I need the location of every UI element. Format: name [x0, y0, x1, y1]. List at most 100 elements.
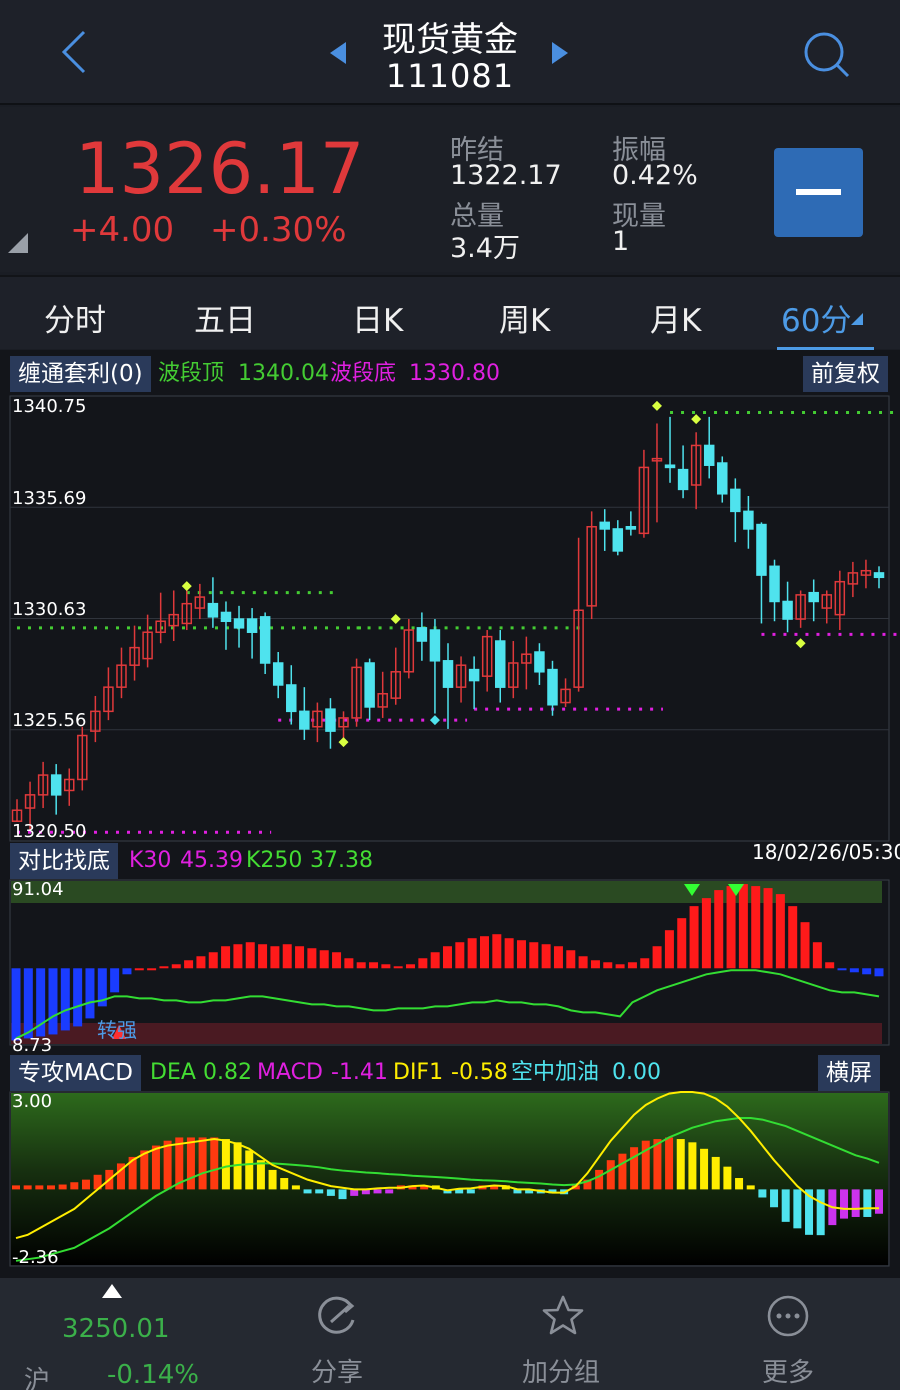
chart-area [0, 350, 900, 1278]
candle [468, 668, 480, 682]
air-refuel-label: 空中加油 [511, 1060, 600, 1085]
macd-bar [23, 1185, 32, 1190]
sub1-bar [837, 968, 847, 971]
add-group-button[interactable]: 加分组 [510, 1288, 614, 1388]
tab-five-day[interactable]: 五日 [194, 295, 256, 340]
sub1-bar [775, 894, 785, 969]
candle [272, 662, 284, 686]
macd-bar [793, 1189, 802, 1229]
candle [873, 572, 885, 579]
candle [246, 618, 258, 633]
macd-bar [245, 1150, 254, 1190]
macd-bar [863, 1189, 872, 1217]
sub1-bar [788, 906, 798, 969]
pivot-marker [651, 400, 662, 411]
candle [286, 684, 297, 713]
price-change: +4.00 [70, 210, 175, 250]
sub1-bar [627, 962, 637, 969]
sub1-bar [553, 946, 563, 969]
candle [703, 444, 715, 466]
search-icon[interactable] [800, 28, 852, 80]
sub1-bar [159, 966, 169, 969]
macd-bar [618, 1153, 627, 1190]
candle [259, 616, 271, 664]
main-ytick: 1330.63 [12, 599, 87, 620]
macd-bar [688, 1142, 697, 1190]
remove-watchlist-button[interactable] [774, 148, 863, 237]
sub-indicator1-tag[interactable]: 对比找底 [10, 843, 118, 879]
share-label: 分享 [311, 1358, 364, 1388]
sub1-bar [479, 936, 489, 969]
macd-bar [770, 1189, 779, 1208]
sub1-bar [60, 968, 70, 1031]
index-value[interactable]: 3250.01 [62, 1314, 170, 1344]
pivot-marker [795, 638, 806, 649]
tab-monthly-k[interactable]: 月K [650, 295, 701, 340]
more-button[interactable]: 更多 [742, 1288, 834, 1388]
sub1-ytick: 91.04 [12, 879, 64, 900]
candle [220, 611, 232, 622]
tab-intraday[interactable]: 分时 [44, 295, 106, 340]
dif-value: -0.58 [451, 1060, 508, 1085]
k30-value: 45.39 [180, 848, 243, 873]
k250-label: K250 [246, 848, 303, 873]
macd-bar [280, 1178, 289, 1190]
index-name[interactable]: 沪 [24, 1360, 50, 1390]
sub1-bar [332, 952, 342, 969]
sub1-bar [714, 890, 724, 969]
candle [325, 708, 336, 732]
next-instrument-icon[interactable] [552, 42, 568, 64]
index-change[interactable]: -0.14% [107, 1360, 199, 1390]
add-group-label: 加分组 [522, 1358, 601, 1388]
sub1-bar [504, 938, 514, 969]
index-up-arrow-icon [102, 1284, 122, 1298]
dea-value: 0.82 [203, 1060, 252, 1085]
sub1-bar [640, 958, 650, 969]
k250-value: 37.38 [310, 848, 373, 873]
adjust-button[interactable]: 前复权 [803, 356, 888, 392]
macd-bar [781, 1189, 790, 1222]
macd-bar [851, 1189, 860, 1217]
candle [494, 640, 506, 688]
candle [677, 468, 689, 491]
candle [547, 668, 558, 706]
tab-weekly-k[interactable]: 周K [499, 295, 550, 340]
macd-bar [665, 1137, 674, 1190]
macd-bar [723, 1166, 732, 1190]
volume-value: 3.4万 [450, 233, 520, 264]
share-button[interactable]: 分享 [290, 1288, 384, 1388]
tab-60min[interactable]: 60分 [781, 295, 851, 340]
sub1-bar [122, 968, 132, 975]
macd-bar [210, 1137, 219, 1190]
sub1-bar [529, 942, 539, 969]
candle [429, 629, 441, 662]
share-icon [318, 1296, 355, 1334]
sub1-bar [134, 968, 144, 971]
chart-canvas[interactable] [0, 350, 900, 1278]
sub1-bar [110, 968, 120, 993]
candle [50, 774, 62, 796]
candle [416, 627, 428, 642]
dropdown-caret-icon[interactable] [851, 313, 863, 325]
macd-bar [35, 1185, 44, 1190]
sub1-bar [566, 950, 576, 969]
macd-bar [198, 1137, 207, 1190]
landscape-button[interactable]: 横屏 [818, 1055, 880, 1091]
pivot-marker [691, 414, 702, 425]
macd-bar [338, 1189, 347, 1200]
sub1-bar [344, 958, 354, 969]
sub1-bar [184, 960, 194, 969]
sub-indicator2-tag[interactable]: 专攻MACD [10, 1055, 141, 1091]
main-ytick: 1340.75 [12, 396, 87, 417]
main-indicator-tag[interactable]: 缠通套利(0) [10, 356, 151, 392]
macd-bar [373, 1189, 382, 1194]
sub1-bar [578, 956, 588, 969]
candle [599, 521, 610, 530]
period-tabs: 分时 五日 日K 周K 月K 60分 [0, 275, 900, 351]
turn-strong-annotation: 转强 [97, 1018, 137, 1042]
candle [743, 510, 754, 530]
sub1-bar [677, 918, 687, 969]
main-ytick: 1325.56 [12, 710, 87, 731]
sub1-bar [418, 958, 428, 969]
tab-daily-k[interactable]: 日K [352, 295, 403, 340]
